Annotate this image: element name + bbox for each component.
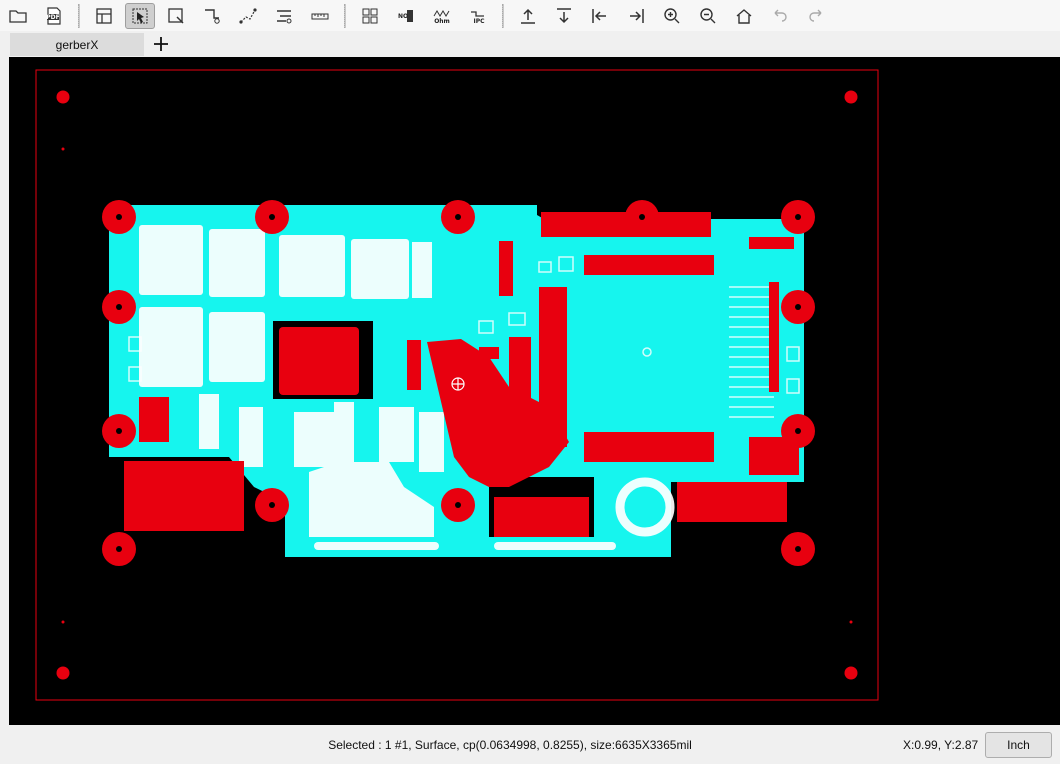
ohm-button[interactable]: Ohm [427,3,457,29]
move-top-button[interactable] [513,3,543,29]
zoom-in-icon [664,7,680,23]
ohm-icon: Ohm [433,9,450,25]
zoom-window-icon [168,7,184,24]
svg-text:Ohm: Ohm [434,18,450,25]
route-button[interactable] [197,3,227,29]
layout-icon [96,7,112,24]
svg-text:IPC: IPC [473,18,485,25]
unit-toggle-button[interactable]: Inch [985,732,1052,758]
no-net-icon: NO [398,9,413,22]
redo-icon [809,9,822,22]
move-left-icon [592,8,606,23]
open-folder-button[interactable] [3,3,33,29]
toolbar-separator [78,3,80,28]
connect-icon [239,7,257,24]
ruler-button[interactable] [305,3,335,29]
status-bar: Selected : 1 #1, Surface, cp(0.0634998, … [0,728,1060,764]
undo-button[interactable] [765,3,795,29]
main-toolbar: PDF NO Ohm IPC [0,0,1060,32]
layers-button[interactable] [269,3,299,29]
move-bottom-button[interactable] [549,3,579,29]
crosshair-cursor-icon [451,377,465,391]
connect-button[interactable] [233,3,263,29]
move-top-icon [521,8,535,24]
select-pointer-icon [132,8,148,23]
add-tab-button[interactable] [151,34,171,54]
move-bottom-icon [557,7,571,23]
zoom-in-button[interactable] [657,3,687,29]
svg-text:PDF: PDF [46,14,59,21]
grid-compare-icon [362,8,378,23]
zoom-out-icon [700,7,716,23]
open-folder-icon [9,9,27,23]
cursor-coordinates: X:0.99, Y:2.87 [903,738,979,752]
move-left-button[interactable] [585,3,615,29]
toolbar-separator [344,3,346,28]
layout-button[interactable] [89,3,119,29]
svg-text:NO: NO [398,13,408,20]
plus-icon [154,37,168,51]
no-net-button[interactable]: NO [391,3,421,29]
ipc-button[interactable]: IPC [463,3,493,29]
home-icon [736,8,752,24]
toolbar-separator [502,3,504,28]
ipc-icon: IPC [471,10,485,25]
ruler-icon [311,13,329,19]
gerber-canvas[interactable] [9,57,1060,725]
move-right-icon [630,8,644,23]
undo-icon [774,9,787,22]
select-pointer-button[interactable] [125,2,155,29]
zoom-out-button[interactable] [693,3,723,29]
grid-compare-button[interactable] [355,3,385,29]
export-pdf-button[interactable]: PDF [39,3,69,29]
tab-gerberx[interactable]: gerberX [10,33,144,56]
home-button[interactable] [729,3,759,29]
pdf-icon: PDF [46,6,61,25]
zoom-window-button[interactable] [161,3,191,29]
redo-button[interactable] [801,3,831,29]
move-right-button[interactable] [621,3,651,29]
layers-icon [277,9,292,23]
tab-bar: gerberX [0,31,1060,56]
route-icon [205,8,220,24]
selection-status: Selected : 1 #1, Surface, cp(0.0634998, … [328,738,692,752]
pcb-view [35,69,879,701]
